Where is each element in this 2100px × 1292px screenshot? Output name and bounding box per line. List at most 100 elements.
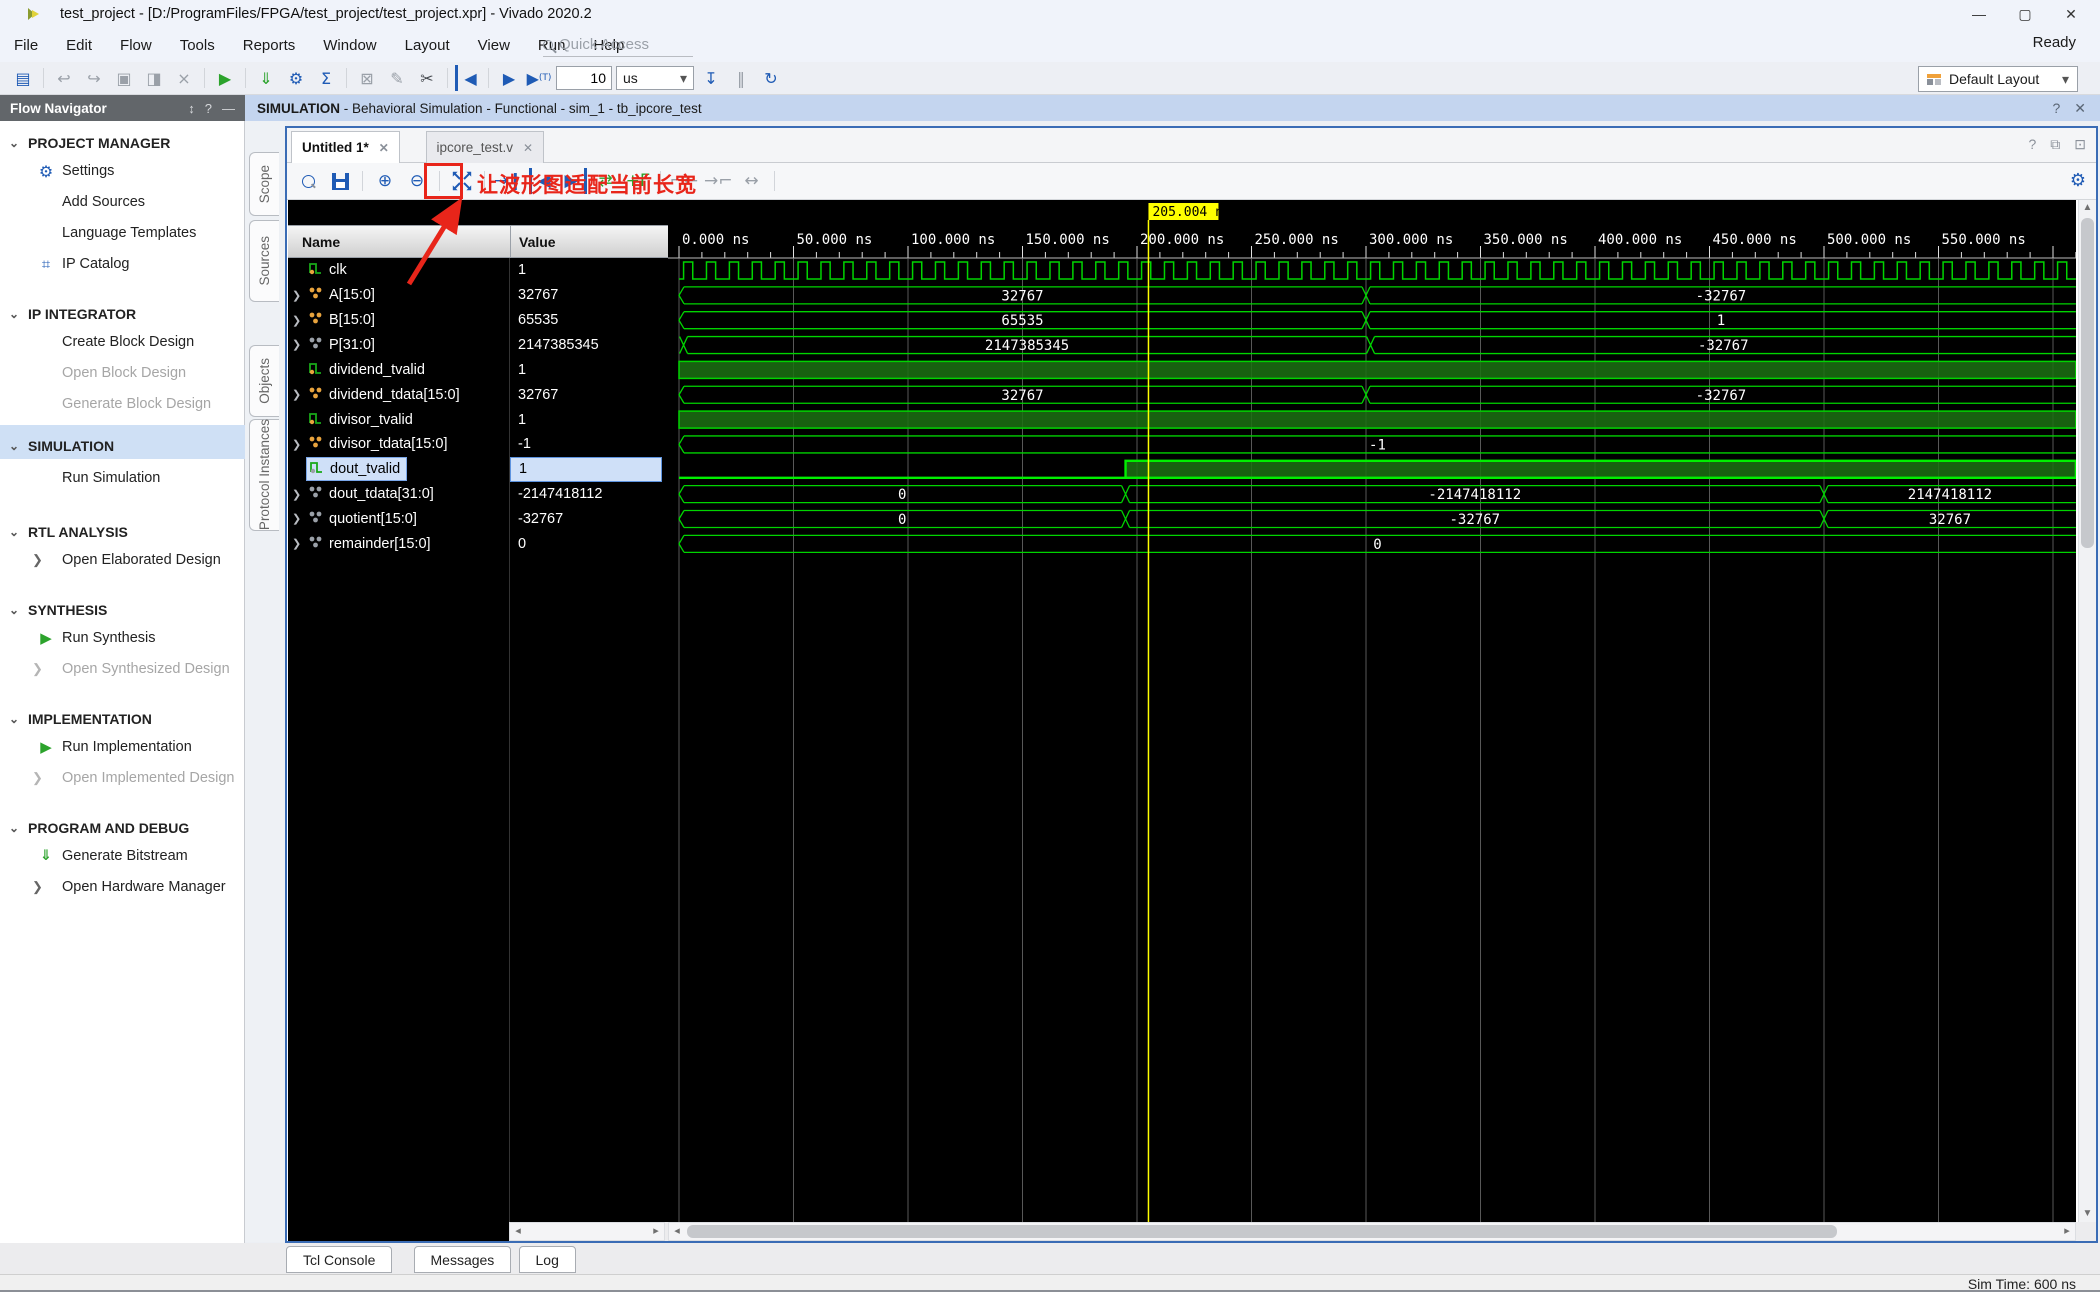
expand-chevron-icon[interactable]: ❯ xyxy=(292,388,306,401)
wave-dividend_tvalid[interactable] xyxy=(678,360,2076,380)
flow-section-implementation[interactable]: ⌄ IMPLEMENTATION xyxy=(0,706,245,732)
paste-icon[interactable]: ◨ xyxy=(141,65,167,91)
signal-value-cell[interactable]: -32767 xyxy=(510,507,662,532)
flow-section-rtl-analysis[interactable]: ⌄ RTL ANALYSIS xyxy=(0,519,245,545)
next-marker-icon[interactable]: →⌐ xyxy=(704,168,733,194)
signal-value-cell[interactable]: 0 xyxy=(510,531,662,556)
sidebar-item-open-elaborated-design[interactable]: ❯ Open Elaborated Design xyxy=(0,547,245,573)
help-icon[interactable]: ? xyxy=(2028,136,2036,153)
run-for-time-icon[interactable]: ▶ (T) xyxy=(526,65,552,91)
close-tab-icon[interactable]: ✕ xyxy=(379,141,389,155)
edit-disabled-icon[interactable]: ✎ xyxy=(384,65,410,91)
editor-tab-untitled-1[interactable]: Untitled 1* ✕ xyxy=(291,131,400,163)
console-tab-tcl-console[interactable]: Tcl Console xyxy=(286,1246,393,1273)
menu-edit[interactable]: Edit xyxy=(52,28,106,62)
signal-name-cell[interactable]: dout_tvalid xyxy=(306,457,408,482)
search-icon[interactable] xyxy=(295,168,321,194)
sidebar-item-open-implemented-design[interactable]: ❯ Open Implemented Design xyxy=(0,765,245,791)
save-waveform-icon[interactable] xyxy=(327,168,353,194)
signal-value-cell[interactable]: -1 xyxy=(510,432,662,457)
sigma-icon[interactable]: Σ xyxy=(313,65,339,91)
sidebar-item-generate-block-design[interactable]: Generate Block Design xyxy=(0,391,245,417)
menu-flow[interactable]: Flow xyxy=(106,28,166,62)
menu-tools[interactable]: Tools xyxy=(166,28,229,62)
close-tab-icon[interactable]: ✕ xyxy=(523,141,533,155)
signal-value-cell[interactable]: 1 xyxy=(510,456,662,482)
wave-settings-gear-icon[interactable]: ⚙ xyxy=(2070,170,2086,191)
signal-value-cell[interactable]: -2147418112 xyxy=(510,482,662,507)
next-transition-icon[interactable]: ▶ xyxy=(561,168,587,194)
zoom-in-icon[interactable]: ⊕ xyxy=(372,168,398,194)
vertical-scrollbar[interactable]: ▲ ▼ xyxy=(2078,200,2096,1222)
quick-access-search[interactable]: Quick Access xyxy=(543,33,693,57)
signal-name-cell[interactable]: divisor_tvalid xyxy=(306,409,419,431)
fit-width-icon[interactable]: ↔ xyxy=(739,168,765,194)
flow-section-ip-integrator[interactable]: ⌄ IP INTEGRATOR xyxy=(0,301,245,327)
close-icon[interactable]: ✕ xyxy=(2074,100,2086,117)
sidebar-item-open-block-design[interactable]: Open Block Design xyxy=(0,360,245,386)
signal-name-cell[interactable]: P[31:0] xyxy=(306,334,381,356)
signal-name-cell[interactable]: B[15:0] xyxy=(306,309,381,331)
menu-layout[interactable]: Layout xyxy=(391,28,464,62)
expand-chevron-icon[interactable]: ❯ xyxy=(292,314,306,327)
waveform-scrollbar[interactable]: ◂ ▸ xyxy=(668,1222,2076,1241)
side-tab-objects[interactable]: Objects xyxy=(249,345,279,417)
side-tab-sources[interactable]: Sources xyxy=(249,220,279,302)
signal-name-cell[interactable]: clk xyxy=(306,259,353,281)
minimize-window-icon[interactable]: — xyxy=(1956,0,2002,28)
run-time-input[interactable] xyxy=(556,66,612,90)
value-column-scrollbar[interactable]: ◂ ▸ xyxy=(509,1222,665,1241)
sidebar-item-open-synthesized-design[interactable]: ❯ Open Synthesized Design xyxy=(0,656,245,682)
signal-name-cell[interactable]: A[15:0] xyxy=(306,284,381,306)
waveform-scrollbar-thumb[interactable] xyxy=(687,1225,1837,1238)
delete-icon[interactable]: × xyxy=(171,65,197,91)
scroll-up-icon[interactable]: ▲ xyxy=(2079,200,2096,216)
float-panel-icon[interactable]: ⧉ xyxy=(2050,136,2060,153)
menu-reports[interactable]: Reports xyxy=(229,28,310,62)
expand-chevron-icon[interactable]: ❯ xyxy=(292,512,306,525)
wave-divisor_tvalid[interactable] xyxy=(678,410,2076,429)
side-tab-scope[interactable]: Scope xyxy=(249,152,279,216)
editor-tab-ipcore_testv[interactable]: ipcore_test.v ✕ xyxy=(425,131,545,163)
collapse-all-icon[interactable]: ↕ xyxy=(188,101,195,116)
side-tab-protocol-instances[interactable]: Protocol Instances xyxy=(249,419,279,531)
relaunch-icon[interactable]: ↻ xyxy=(758,65,784,91)
console-tab-log[interactable]: Log xyxy=(518,1246,576,1273)
sidebar-item-run-synthesis[interactable]: ▶ Run Synthesis xyxy=(0,625,245,651)
scroll-right-icon[interactable]: ▸ xyxy=(648,1223,664,1240)
expand-chevron-icon[interactable]: ❯ xyxy=(292,338,306,351)
run-all-icon[interactable]: ▶ xyxy=(496,65,522,91)
previous-marker-icon[interactable]: ⌐← xyxy=(670,168,699,194)
signal-value-cell[interactable]: 1 xyxy=(510,258,662,283)
scroll-right-icon[interactable]: ▸ xyxy=(2059,1223,2075,1240)
signal-value-cell[interactable]: 2147385345 xyxy=(510,333,662,358)
signal-value-cell[interactable]: 1 xyxy=(510,357,662,382)
menu-window[interactable]: Window xyxy=(309,28,390,62)
value-column-header[interactable]: Value xyxy=(511,234,556,250)
sidebar-item-run-simulation[interactable]: Run Simulation xyxy=(0,465,245,491)
flow-section-simulation[interactable]: ⌄ SIMULATION xyxy=(0,433,245,459)
scissors-icon[interactable]: ✂ xyxy=(414,65,440,91)
restart-simulation-icon[interactable]: ◀ xyxy=(455,65,481,91)
go-to-time-icon[interactable]: →❙ xyxy=(494,168,523,194)
swap-cursor-icon[interactable]: ⇄ xyxy=(593,168,619,194)
maximize-window-icon[interactable]: ▢ xyxy=(2002,0,2048,28)
help-icon[interactable]: ? xyxy=(2052,100,2060,117)
redo-icon[interactable]: ↪ xyxy=(81,65,107,91)
sidebar-item-open-hardware-manager[interactable]: ❯ Open Hardware Manager xyxy=(0,874,245,900)
signal-value-cell[interactable]: 1 xyxy=(510,407,662,432)
step-icon[interactable]: ↧ xyxy=(698,65,724,91)
bitstream-step-icon[interactable]: ⇓ xyxy=(253,65,279,91)
maximize-panel-icon[interactable]: ⊡ xyxy=(2074,136,2086,153)
flow-section-synthesis[interactable]: ⌄ SYNTHESIS xyxy=(0,597,245,623)
layout-selector[interactable]: Default Layout ▾ xyxy=(1918,66,2078,92)
expand-chevron-icon[interactable]: ❯ xyxy=(292,438,306,451)
expand-chevron-icon[interactable]: ❯ xyxy=(292,289,306,302)
signal-name-cell[interactable]: dividend_tdata[15:0] xyxy=(306,384,466,406)
signal-name-cell[interactable]: remainder[15:0] xyxy=(306,533,437,555)
waveform-canvas[interactable]: 0.000 ns 50.000 ns 100.000 ns 150.000 ns 200… xyxy=(668,200,2076,1222)
run-time-unit-select[interactable]: us ▾ xyxy=(616,66,694,90)
pause-icon[interactable]: ‖ xyxy=(728,65,754,91)
sidebar-item-settings[interactable]: ⚙ Settings xyxy=(0,158,245,184)
console-tab-messages[interactable]: Messages xyxy=(413,1246,512,1273)
